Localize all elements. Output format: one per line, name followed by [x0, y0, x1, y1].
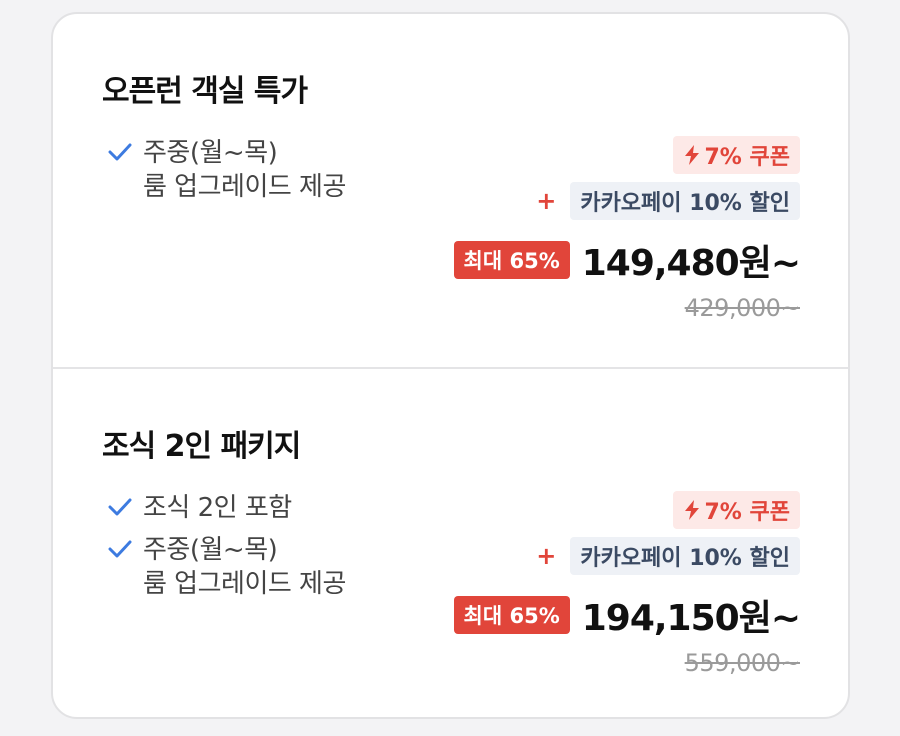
benefit-item: 주중(월~목) 룸 업그레이드 제공: [107, 533, 346, 601]
benefit-text: 주중(월~목) 룸 업그레이드 제공: [143, 533, 346, 601]
benefit-list: 주중(월~목) 룸 업그레이드 제공: [107, 136, 346, 212]
coupon-label: 7% 쿠폰: [704, 145, 791, 170]
check-icon: [108, 498, 132, 516]
kakaopay-discount-badge: 카카오페이 10% 할인: [570, 182, 800, 220]
benefit-text: 조식 2인 포함: [143, 493, 292, 523]
plus-sign: +: [536, 542, 557, 570]
kakaopay-discount-badge: 카카오페이 10% 할인: [570, 537, 800, 575]
original-price: 559,000~: [684, 649, 801, 677]
check-icon: [108, 540, 132, 558]
benefit-item: 주중(월~목) 룸 업그레이드 제공: [107, 136, 346, 204]
benefit-item: 조식 2인 포함: [107, 491, 346, 525]
benefit-line-1: 주중(월~목): [143, 535, 278, 565]
price-box: 7% 쿠폰 + 카카오페이 10% 할인 최대 65% 194,150원~ 55…: [453, 491, 801, 677]
coupon-badge[interactable]: 7% 쿠폰: [672, 491, 800, 529]
plus-sign: +: [536, 187, 557, 215]
max-discount-badge: 최대 65%: [453, 241, 570, 279]
sale-price: 194,150원~: [581, 598, 801, 639]
original-price: 429,000~: [684, 294, 801, 322]
lightning-icon: [684, 500, 699, 520]
max-discount-badge: 최대 65%: [453, 596, 570, 634]
offer-title: 조식 2인 패키지: [102, 429, 301, 464]
benefit-line-1: 주중(월~목): [143, 138, 278, 168]
benefit-line-2: 룸 업그레이드 제공: [143, 172, 346, 202]
offer-open-run[interactable]: 오픈런 객실 특가 주중(월~목) 룸 업그레이드 제공 7% 쿠폰 + 카카오…: [53, 14, 848, 367]
offer-breakfast-package[interactable]: 조식 2인 패키지 조식 2인 포함 주중(월~목) 룸 업그레이드 제공 7%…: [53, 369, 848, 717]
benefit-list: 조식 2인 포함 주중(월~목) 룸 업그레이드 제공: [107, 491, 346, 609]
price-box: 7% 쿠폰 + 카카오페이 10% 할인 최대 65% 149,480원~ 42…: [453, 136, 801, 322]
lightning-icon: [684, 145, 699, 165]
benefit-text: 주중(월~목) 룸 업그레이드 제공: [143, 136, 346, 204]
benefit-line-2: 룸 업그레이드 제공: [143, 569, 346, 599]
sale-price: 149,480원~: [581, 243, 801, 284]
coupon-label: 7% 쿠폰: [704, 500, 791, 525]
coupon-badge[interactable]: 7% 쿠폰: [672, 136, 800, 174]
price-row: 최대 65% 194,150원~: [453, 589, 801, 641]
offers-card: 오픈런 객실 특가 주중(월~목) 룸 업그레이드 제공 7% 쿠폰 + 카카오…: [51, 12, 850, 719]
check-icon: [108, 143, 132, 161]
pay-discount-row: + 카카오페이 10% 할인: [536, 182, 800, 220]
pay-discount-row: + 카카오페이 10% 할인: [536, 537, 800, 575]
price-row: 최대 65% 149,480원~: [453, 234, 801, 286]
offer-title: 오픈런 객실 특가: [102, 74, 308, 109]
